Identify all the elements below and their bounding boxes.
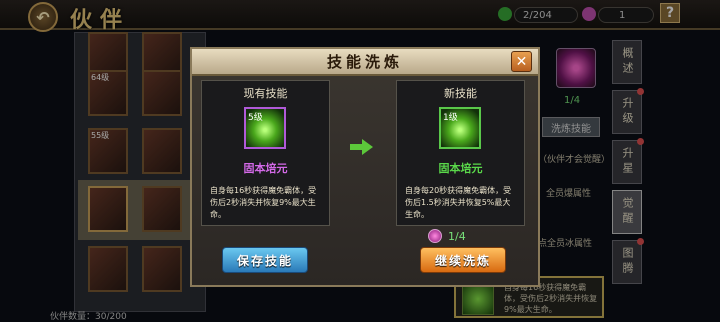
dialog-header: 技能洗炼 ✕ — [192, 49, 538, 76]
arrow-right-icon — [350, 139, 374, 155]
skill-level: 1级 — [443, 113, 458, 123]
current-skill-desc: 自身每16秒获得魔免霸体，受伤后2秒消失并恢复9%最大生命。 — [210, 186, 317, 219]
new-skill-name: 固本培元 — [438, 162, 483, 175]
skill-icon[interactable]: 1级 — [439, 107, 481, 149]
dialog-title: 技能洗炼 — [326, 53, 403, 71]
refine-cost: 1/4 — [428, 229, 466, 243]
skill-refine-dialog: 技能洗炼 ✕ 现有技能 5级 固本培元 自身每16秒获得魔免霸体，受伤后2秒消失… — [190, 47, 540, 287]
new-skill-panel: 新技能 1级 固本培元 自身每20秒获得魔免霸体，受伤后1.5秒消失并恢复5%最… — [396, 80, 525, 226]
current-skill-name: 固本培元 — [243, 162, 288, 175]
gem-icon — [428, 229, 442, 243]
close-icon[interactable]: ✕ — [511, 51, 532, 72]
current-skill-panel: 现有技能 5级 固本培元 自身每16秒获得魔免霸体，受伤后2秒消失并恢复9%最大… — [201, 80, 330, 226]
skill-icon[interactable]: 5级 — [244, 107, 286, 149]
skill-level: 5级 — [248, 113, 263, 123]
save-skill-button[interactable]: 保存技能 — [222, 247, 308, 273]
current-skill-heading: 现有技能 — [243, 87, 288, 100]
cost-value: 1/4 — [448, 229, 466, 243]
new-skill-desc: 自身每20秒获得魔免霸体，受伤后1.5秒消失并恢复5%最大生命。 — [405, 186, 512, 219]
new-skill-heading: 新技能 — [444, 87, 477, 100]
continue-refine-button[interactable]: 继续洗炼 — [420, 247, 506, 273]
